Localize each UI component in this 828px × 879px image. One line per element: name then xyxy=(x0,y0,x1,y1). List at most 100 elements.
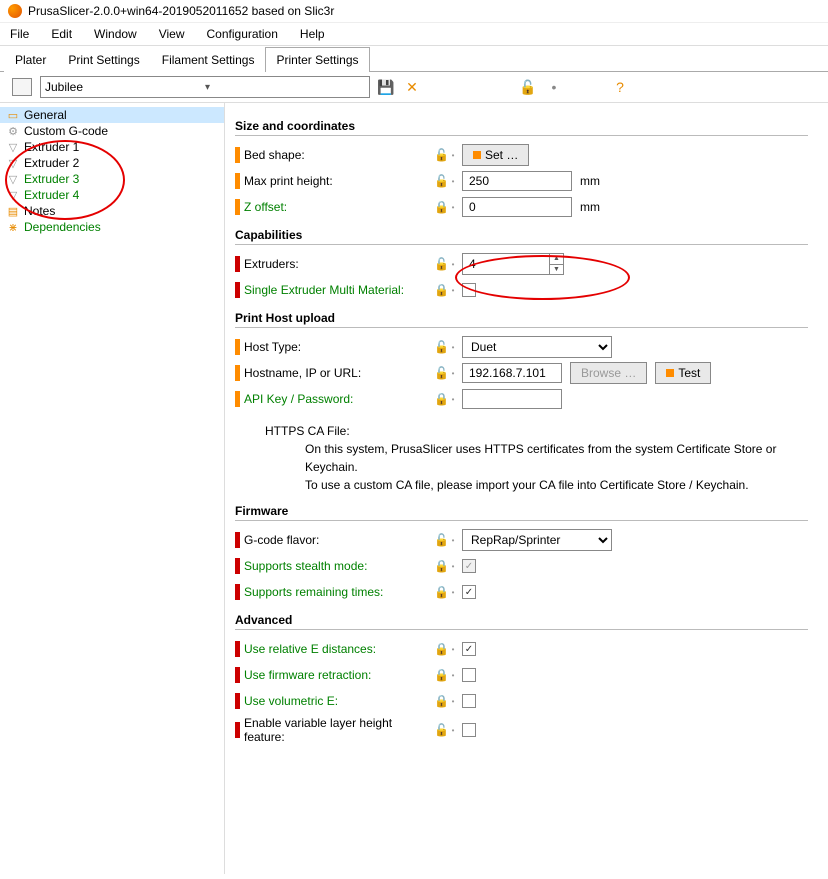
spinner-up-icon[interactable]: ▲ xyxy=(550,254,563,265)
host-type-select[interactable]: Duet xyxy=(462,336,612,358)
tab-print-settings[interactable]: Print Settings xyxy=(57,47,150,72)
section-firmware: Firmware xyxy=(235,504,808,521)
save-preset-icon[interactable]: 💾 xyxy=(378,79,394,95)
lock-icon[interactable]: 🔓 xyxy=(434,148,448,162)
test-button[interactable]: Test xyxy=(655,362,711,384)
hostname-label: Hostname, IP or URL: xyxy=(244,366,434,380)
https-line1: On this system, PrusaSlicer uses HTTPS c… xyxy=(305,440,808,476)
section-size: Size and coordinates xyxy=(235,119,808,136)
tree-extruder-4[interactable]: ▽Extruder 4 xyxy=(0,187,224,203)
vol-e-label: Use volumetric E: xyxy=(244,694,434,708)
window-title: PrusaSlicer-2.0.0+win64-2019052011652 ba… xyxy=(28,4,334,18)
spinner-down-icon[interactable]: ▼ xyxy=(550,265,563,275)
single-mm-checkbox[interactable] xyxy=(462,283,476,297)
var-layer-label: Enable variable layer height feature: xyxy=(244,716,434,744)
lock-icon[interactable]: 🔒 xyxy=(434,283,448,297)
menu-file[interactable]: File xyxy=(6,25,33,43)
extruder-icon: ▽ xyxy=(6,188,20,202)
extruder-icon: ▽ xyxy=(6,156,20,170)
z-offset-input[interactable] xyxy=(462,197,572,217)
section-capabilities: Capabilities xyxy=(235,228,808,245)
notes-icon: ▤ xyxy=(6,204,20,218)
hostname-input[interactable] xyxy=(462,363,562,383)
printer-icon xyxy=(12,78,32,96)
menu-edit[interactable]: Edit xyxy=(47,25,76,43)
single-mm-label: Single Extruder Multi Material: xyxy=(244,283,434,297)
menu-configuration[interactable]: Configuration xyxy=(203,25,282,43)
preset-toolbar: Jubilee ▾ 💾 ✕ 🔓 • ? xyxy=(0,72,828,103)
menu-help[interactable]: Help xyxy=(296,25,329,43)
fw-retract-checkbox[interactable] xyxy=(462,668,476,682)
browse-button[interactable]: Browse … xyxy=(570,362,647,384)
preset-combo[interactable]: Jubilee ▾ xyxy=(40,76,370,98)
lock-icon[interactable]: 🔒 xyxy=(434,694,448,708)
extruder-icon: ▽ xyxy=(6,172,20,186)
main-area: ▭General ⚙Custom G-code ▽Extruder 1 ▽Ext… xyxy=(0,103,828,874)
lock-icon[interactable]: 🔓 xyxy=(434,723,448,737)
fw-retract-label: Use firmware retraction: xyxy=(244,668,434,682)
api-key-input[interactable] xyxy=(462,389,562,409)
lock-icon[interactable]: 🔒 xyxy=(434,559,448,573)
section-advanced: Advanced xyxy=(235,613,808,630)
tree-extruder-3[interactable]: ▽Extruder 3 xyxy=(0,171,224,187)
preset-name: Jubilee xyxy=(45,80,205,94)
lock-icon[interactable]: 🔓 xyxy=(434,366,448,380)
printer-icon: ▭ xyxy=(6,108,20,122)
lock-icon[interactable]: 🔒 xyxy=(434,200,448,214)
delete-preset-icon[interactable]: ✕ xyxy=(404,79,420,95)
var-layer-checkbox[interactable] xyxy=(462,723,476,737)
tabs: Plater Print Settings Filament Settings … xyxy=(0,46,828,72)
max-print-height-label: Max print height: xyxy=(244,174,434,188)
menu-bar: File Edit Window View Configuration Help xyxy=(0,23,828,46)
tab-filament-settings[interactable]: Filament Settings xyxy=(151,47,266,72)
stealth-label: Supports stealth mode: xyxy=(244,559,434,573)
unit-label: mm xyxy=(580,200,600,214)
tree-dependencies[interactable]: ⋇Dependencies xyxy=(0,219,224,235)
lock-icon[interactable]: 🔒 xyxy=(434,585,448,599)
bed-shape-set-button[interactable]: Set … xyxy=(462,144,529,166)
unit-label: mm xyxy=(580,174,600,188)
tree-custom-gcode[interactable]: ⚙Custom G-code xyxy=(0,123,224,139)
extruder-icon: ▽ xyxy=(6,140,20,154)
gcode-flavor-label: G-code flavor: xyxy=(244,533,434,547)
menu-view[interactable]: View xyxy=(155,25,189,43)
lock-icon[interactable]: 🔓 xyxy=(434,340,448,354)
help-icon[interactable]: ? xyxy=(612,79,628,95)
remaining-label: Supports remaining times: xyxy=(244,585,434,599)
menu-window[interactable]: Window xyxy=(90,25,141,43)
stealth-checkbox[interactable]: ✓ xyxy=(462,559,476,573)
tree-general[interactable]: ▭General xyxy=(0,107,224,123)
tree-notes[interactable]: ▤Notes xyxy=(0,203,224,219)
extruders-input[interactable] xyxy=(463,254,549,274)
lock-icon[interactable]: 🔓 xyxy=(434,257,448,271)
tree-extruder-2[interactable]: ▽Extruder 2 xyxy=(0,155,224,171)
square-icon xyxy=(473,151,481,159)
lock-icon[interactable]: 🔒 xyxy=(434,642,448,656)
settings-panel: Size and coordinates Bed shape: 🔓• Set …… xyxy=(225,103,828,874)
gcode-flavor-select[interactable]: RepRap/Sprinter xyxy=(462,529,612,551)
section-print-host: Print Host upload xyxy=(235,311,808,328)
remaining-checkbox[interactable]: ✓ xyxy=(462,585,476,599)
lock-icon[interactable]: 🔒 xyxy=(434,668,448,682)
title-bar: PrusaSlicer-2.0.0+win64-2019052011652 ba… xyxy=(0,0,828,23)
app-logo-icon xyxy=(8,4,22,18)
lock-icon[interactable]: 🔒 xyxy=(434,392,448,406)
lock-icon[interactable]: 🔓 xyxy=(434,533,448,547)
tab-plater[interactable]: Plater xyxy=(4,47,57,72)
max-print-height-input[interactable] xyxy=(462,171,572,191)
chevron-down-icon: ▾ xyxy=(205,82,365,93)
square-icon xyxy=(666,369,674,377)
api-key-label: API Key / Password: xyxy=(244,392,434,406)
bullet-icon: • xyxy=(546,79,562,95)
https-info: HTTPS CA File: On this system, PrusaSlic… xyxy=(265,422,808,494)
rel-e-label: Use relative E distances: xyxy=(244,642,434,656)
settings-tree: ▭General ⚙Custom G-code ▽Extruder 1 ▽Ext… xyxy=(0,103,225,874)
unlock-icon[interactable]: 🔓 xyxy=(520,79,536,95)
lock-icon[interactable]: 🔓 xyxy=(434,174,448,188)
tree-extruder-1[interactable]: ▽Extruder 1 xyxy=(0,139,224,155)
extruders-spinner[interactable]: ▲▼ xyxy=(462,253,564,275)
rel-e-checkbox[interactable]: ✓ xyxy=(462,642,476,656)
vol-e-checkbox[interactable] xyxy=(462,694,476,708)
tab-printer-settings[interactable]: Printer Settings xyxy=(265,47,369,72)
extruders-label: Extruders: xyxy=(244,257,434,271)
